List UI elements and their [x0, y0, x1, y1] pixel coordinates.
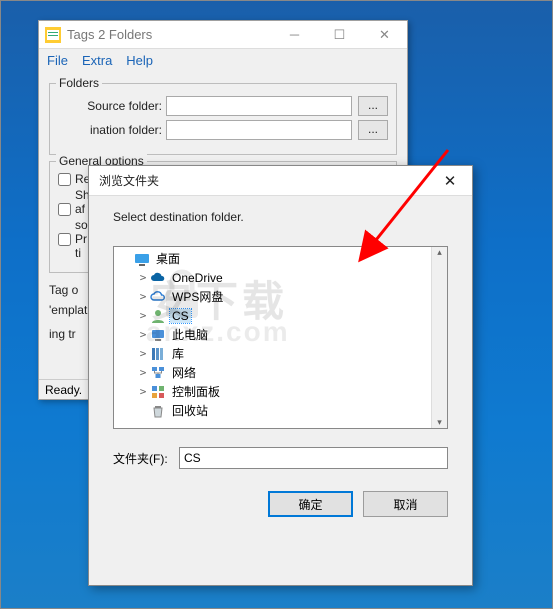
tree-item[interactable]: 桌面	[116, 249, 431, 268]
tree-item-label: 控制面板	[170, 383, 222, 400]
tree-item[interactable]: > 此电脑	[116, 325, 431, 344]
tree-item[interactable]: >库	[116, 344, 431, 363]
tree-scrollbar[interactable]	[431, 247, 447, 428]
source-input[interactable]	[166, 96, 352, 116]
cancel-button[interactable]: 取消	[363, 491, 448, 517]
folder-tree[interactable]: 桌面>OneDrive>WPS网盘>CS>此电脑>库>网络>控制面板回收站	[113, 246, 448, 429]
dialog-titlebar[interactable]: 浏览文件夹 ✕	[89, 166, 472, 196]
user-icon	[150, 308, 166, 324]
tree-item[interactable]: > WPS网盘	[116, 287, 431, 306]
tree-item[interactable]: > 网络	[116, 363, 431, 382]
tree-twisty[interactable]: >	[136, 290, 150, 303]
tree-item-label: 网络	[170, 364, 198, 381]
pc-icon	[150, 327, 166, 343]
tree-item-label: 桌面	[154, 250, 182, 267]
tree-twisty[interactable]: >	[136, 271, 150, 284]
tree-item-label: CS	[170, 309, 191, 323]
tree-item-label: 库	[170, 345, 186, 362]
tree-twisty[interactable]: >	[136, 328, 150, 341]
dialog-title: 浏览文件夹	[99, 172, 434, 189]
folders-group: Folders Source folder: ... ination folde…	[49, 83, 397, 155]
dest-input[interactable]	[166, 120, 352, 140]
titlebar[interactable]: Tags 2 Folders ─ ☐ ✕	[39, 21, 407, 49]
tree-item[interactable]: 回收站	[116, 401, 431, 420]
panel-icon	[150, 384, 166, 400]
tree-item-label: 此电脑	[170, 326, 210, 343]
tree-item-label: OneDrive	[170, 271, 225, 285]
desktop-icon	[134, 251, 150, 267]
menu-extra[interactable]: Extra	[82, 53, 112, 68]
dest-label: ination folder:	[58, 123, 166, 137]
dialog-message: Select destination folder.	[113, 210, 448, 224]
maximize-button[interactable]: ☐	[317, 21, 362, 49]
tree-item[interactable]: > OneDrive	[116, 268, 431, 287]
minimize-button[interactable]: ─	[272, 21, 317, 49]
tree-twisty[interactable]: >	[136, 366, 150, 379]
app-icon	[45, 27, 61, 43]
source-label: Source folder:	[58, 99, 166, 113]
network-icon	[150, 365, 166, 381]
menubar: File Extra Help	[39, 49, 407, 71]
tree-item-label: 回收站	[170, 402, 210, 419]
folders-legend: Folders	[56, 76, 102, 90]
ok-button[interactable]: 确定	[268, 491, 353, 517]
tree-item[interactable]: > 控制面板	[116, 382, 431, 401]
menu-file[interactable]: File	[47, 53, 68, 68]
tree-twisty[interactable]: >	[136, 347, 150, 360]
dest-browse-button[interactable]: ...	[358, 120, 388, 140]
folder-field-label: 文件夹(F):	[113, 450, 179, 467]
cloud-blue-icon	[150, 270, 166, 286]
tree-item-label: WPS网盘	[170, 288, 225, 305]
folder-field[interactable]	[179, 447, 448, 469]
browse-folder-dialog: 浏览文件夹 ✕ Select destination folder. 桌面 > On…	[88, 165, 473, 586]
recycle-icon	[150, 403, 166, 419]
tree-item[interactable]: > CS	[116, 306, 431, 325]
tree-twisty[interactable]: >	[136, 385, 150, 398]
close-button[interactable]: ✕	[362, 21, 407, 49]
cloud-outline-icon	[150, 289, 166, 305]
tree-twisty[interactable]: >	[136, 309, 150, 322]
source-browse-button[interactable]: ...	[358, 96, 388, 116]
lib-icon	[150, 346, 166, 362]
menu-help[interactable]: Help	[126, 53, 153, 68]
window-title: Tags 2 Folders	[67, 27, 272, 42]
dialog-close-button[interactable]: ✕	[434, 166, 466, 196]
